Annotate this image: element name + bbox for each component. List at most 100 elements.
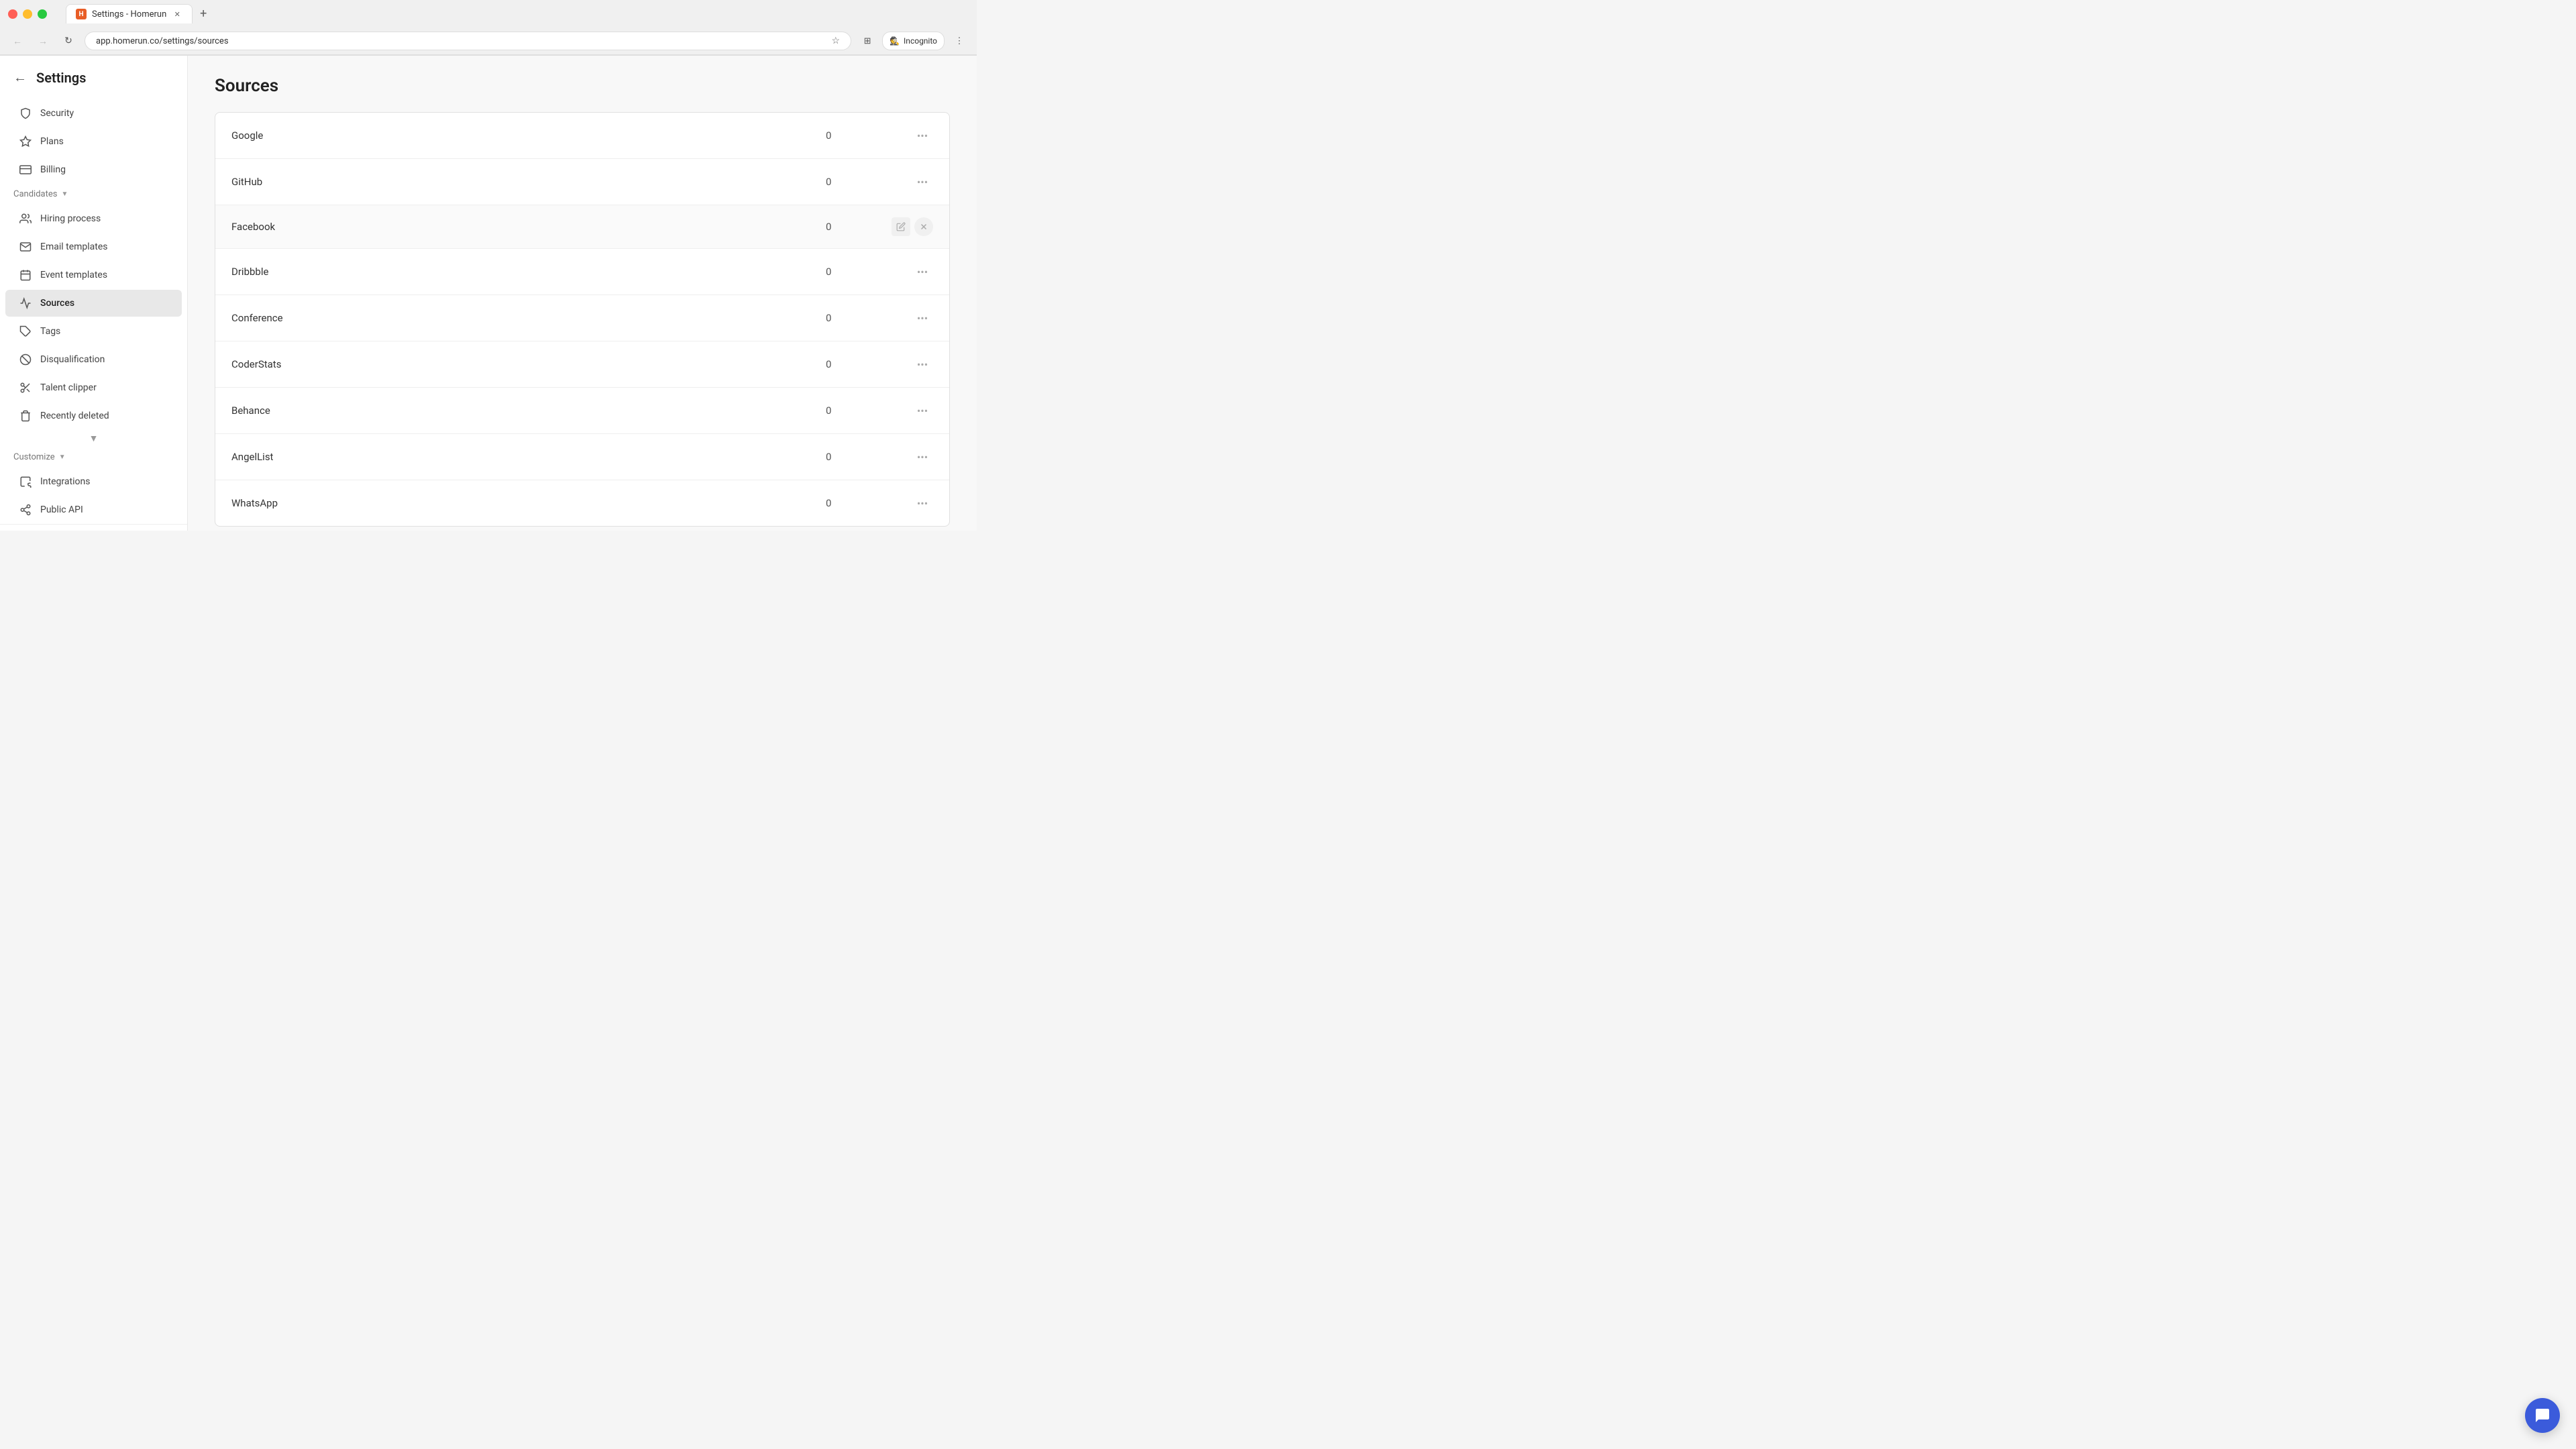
source-count-whatsapp: 0 bbox=[826, 497, 879, 509]
sidebar-item-tags[interactable]: Tags bbox=[5, 318, 182, 345]
source-menu-btn-dribbble[interactable]: ••• bbox=[912, 261, 933, 282]
email-icon bbox=[19, 240, 32, 254]
source-actions-dribbble: ••• bbox=[879, 261, 933, 282]
source-actions-angellist: ••• bbox=[879, 446, 933, 468]
source-menu-btn-coderstats[interactable]: ••• bbox=[912, 354, 933, 375]
sidebar-label-disqualification: Disqualification bbox=[40, 354, 105, 365]
source-menu-btn-github[interactable]: ••• bbox=[912, 171, 933, 193]
incognito-label: Incognito bbox=[904, 36, 937, 46]
billing-icon bbox=[19, 163, 32, 176]
source-menu-btn-behance[interactable]: ••• bbox=[912, 400, 933, 421]
incognito-badge[interactable]: 🕵 Incognito bbox=[882, 32, 945, 50]
app-layout: ← Settings Security Plans bbox=[0, 56, 977, 531]
sidebar-label-security: Security bbox=[40, 108, 74, 119]
url-bar[interactable]: app.homerun.co/settings/sources ☆ bbox=[85, 32, 851, 50]
source-edit-btn-facebook[interactable] bbox=[892, 217, 910, 236]
close-window-btn[interactable]: ✕ bbox=[8, 9, 17, 19]
chat-fab-btn[interactable] bbox=[2525, 1398, 2560, 1433]
reload-btn[interactable]: ↻ bbox=[59, 32, 78, 50]
source-delete-btn-facebook[interactable] bbox=[914, 217, 933, 236]
source-row-github: GitHub 0 ••• bbox=[215, 159, 949, 205]
tags-icon bbox=[19, 325, 32, 338]
source-name-whatsapp: WhatsApp bbox=[231, 497, 826, 509]
source-count-angellist: 0 bbox=[826, 451, 879, 463]
source-actions-conference: ••• bbox=[879, 307, 933, 329]
incognito-icon: 🕵 bbox=[890, 36, 900, 46]
sidebar-label-hiring-process: Hiring process bbox=[40, 213, 101, 224]
sidebar-label-email-templates: Email templates bbox=[40, 241, 108, 252]
forward-nav-btn[interactable]: → bbox=[34, 32, 52, 50]
extensions-btn[interactable]: ⊞ bbox=[858, 32, 877, 50]
sidebar-item-event-templates[interactable]: Event templates bbox=[5, 262, 182, 288]
source-menu-btn-conference[interactable]: ••• bbox=[912, 307, 933, 329]
sidebar-item-disqualification[interactable]: Disqualification bbox=[5, 346, 182, 373]
source-actions-github: ••• bbox=[879, 171, 933, 193]
sidebar-item-recently-deleted[interactable]: Recently deleted bbox=[5, 402, 182, 429]
back-to-app-btn[interactable]: ← bbox=[13, 69, 27, 86]
source-actions-whatsapp: ••• bbox=[879, 492, 933, 514]
source-count-google: 0 bbox=[826, 129, 879, 142]
candidates-chevron-icon: ▼ bbox=[61, 191, 68, 198]
customize-section-label[interactable]: Customize ▼ bbox=[0, 447, 187, 468]
browser-chrome: ✕ − + H Settings - Homerun ✕ + ← → ↻ app… bbox=[0, 0, 977, 56]
sidebar-item-integrations[interactable]: Integrations bbox=[5, 468, 182, 495]
sidebar-item-billing[interactable]: Billing bbox=[5, 156, 182, 183]
tab-title: Settings - Homerun bbox=[92, 9, 166, 19]
source-menu-btn-whatsapp[interactable]: ••• bbox=[912, 492, 933, 514]
sidebar-item-plans[interactable]: Plans bbox=[5, 128, 182, 155]
event-icon bbox=[19, 268, 32, 282]
sidebar-label-event-templates: Event templates bbox=[40, 270, 107, 280]
browser-menu-btn[interactable]: ⋮ bbox=[950, 32, 969, 50]
customize-chevron-icon: ▼ bbox=[59, 453, 66, 461]
sidebar-scroll-indicator: ▼ bbox=[0, 430, 187, 447]
sidebar-label-plans: Plans bbox=[40, 136, 64, 147]
source-menu-btn-angellist[interactable]: ••• bbox=[912, 446, 933, 468]
source-count-facebook: 0 bbox=[826, 221, 879, 233]
sidebar-label-sources: Sources bbox=[40, 298, 74, 309]
maximize-window-btn[interactable]: + bbox=[38, 9, 47, 19]
source-row-conference: Conference 0 ••• bbox=[215, 295, 949, 341]
sidebar-label-billing: Billing bbox=[40, 164, 66, 175]
tab-close-btn[interactable]: ✕ bbox=[172, 9, 182, 19]
source-name-coderstats: CoderStats bbox=[231, 358, 826, 370]
source-count-dribbble: 0 bbox=[826, 266, 879, 278]
source-menu-btn-google[interactable]: ••• bbox=[912, 125, 933, 146]
sidebar-item-sources[interactable]: Sources bbox=[5, 290, 182, 317]
bookmark-icon[interactable]: ☆ bbox=[832, 36, 841, 46]
title-bar: ✕ − + H Settings - Homerun ✕ + bbox=[0, 0, 977, 28]
api-icon bbox=[19, 503, 32, 517]
tab-bar: H Settings - Homerun ✕ + bbox=[58, 4, 221, 23]
source-name-facebook: Facebook bbox=[231, 221, 826, 233]
tab-favicon: H bbox=[76, 9, 87, 19]
minimize-window-btn[interactable]: − bbox=[23, 9, 32, 19]
window-controls: ✕ − + bbox=[8, 9, 47, 19]
trash-icon bbox=[19, 409, 32, 423]
sidebar-item-talent-clipper[interactable]: Talent clipper bbox=[5, 374, 182, 401]
sidebar-label-talent-clipper: Talent clipper bbox=[40, 382, 97, 393]
source-actions-facebook bbox=[879, 217, 933, 236]
source-count-conference: 0 bbox=[826, 312, 879, 324]
source-name-behance: Behance bbox=[231, 405, 826, 417]
source-name-angellist: AngelList bbox=[231, 451, 826, 463]
source-count-behance: 0 bbox=[826, 405, 879, 417]
sidebar-label-public-api: Public API bbox=[40, 504, 83, 515]
candidates-section-label[interactable]: Candidates ▼ bbox=[0, 184, 187, 205]
candidates-label: Candidates bbox=[13, 189, 57, 199]
back-nav-btn[interactable]: ← bbox=[8, 32, 27, 50]
sidebar-header: ← Settings bbox=[0, 69, 187, 99]
customize-label: Customize bbox=[13, 452, 55, 462]
browser-tab[interactable]: H Settings - Homerun ✕ bbox=[66, 4, 193, 23]
sidebar-item-hiring-process[interactable]: Hiring process bbox=[5, 205, 182, 232]
sidebar-title: Settings bbox=[36, 70, 86, 86]
sidebar-label-tags: Tags bbox=[40, 326, 60, 337]
sidebar-item-public-api[interactable]: Public API bbox=[5, 496, 182, 523]
source-row-google: Google 0 ••• bbox=[215, 113, 949, 159]
sidebar-item-security[interactable]: Security bbox=[5, 100, 182, 127]
source-row-angellist: AngelList 0 ••• bbox=[215, 434, 949, 480]
sidebar-footer: HOMERUN bbox=[0, 524, 187, 531]
source-name-google: Google bbox=[231, 129, 826, 142]
plans-icon bbox=[19, 135, 32, 148]
sidebar-item-email-templates[interactable]: Email templates bbox=[5, 233, 182, 260]
url-text: app.homerun.co/settings/sources bbox=[96, 36, 826, 46]
new-tab-btn[interactable]: + bbox=[194, 5, 213, 23]
